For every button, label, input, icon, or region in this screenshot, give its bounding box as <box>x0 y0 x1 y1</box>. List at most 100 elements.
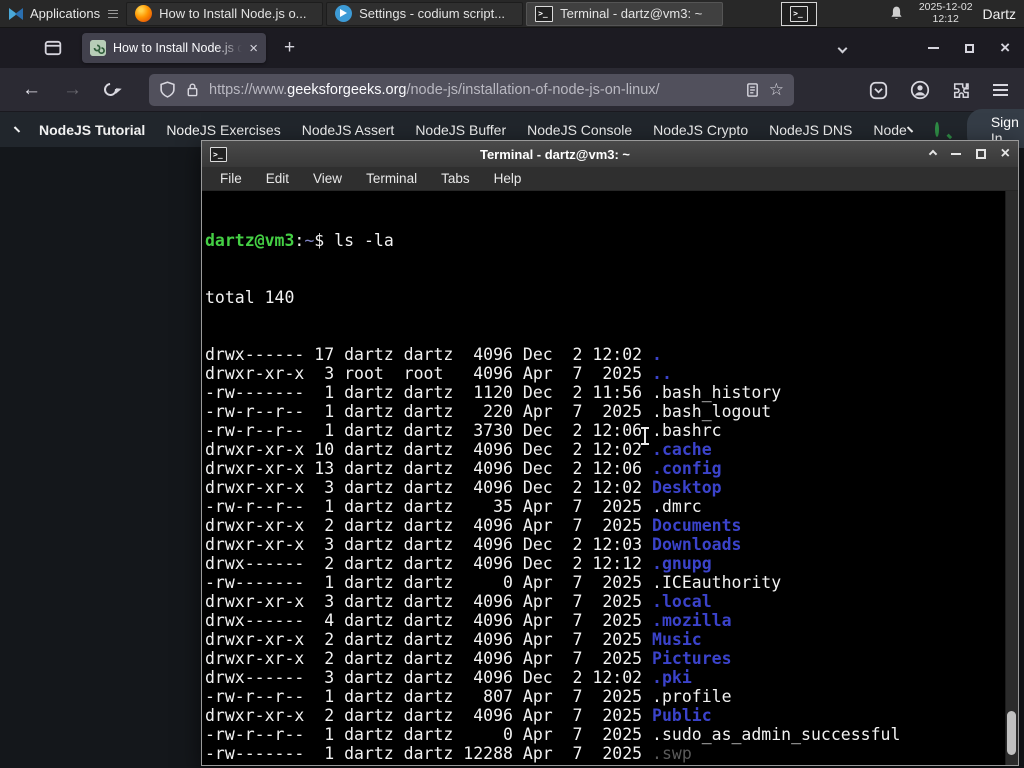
directory-name: .mozilla <box>652 611 732 630</box>
file-attributes: drwxr-xr-x 3 dartz dartz 4096 Apr 7 2025 <box>205 592 653 611</box>
window-maximize-icon[interactable] <box>965 43 975 53</box>
app-menu-icon[interactable] <box>993 84 1008 86</box>
reader-mode-icon[interactable] <box>745 82 760 98</box>
menu-file[interactable]: File <box>220 171 242 186</box>
window-shade-icon[interactable] <box>928 149 937 159</box>
pocket-save-icon[interactable] <box>869 81 888 100</box>
terminal-titlebar[interactable]: >_ Terminal - dartz@vm3: ~ × <box>202 141 1018 167</box>
file-attributes: drwxr-xr-x 3 root root 4096 Apr 7 2025 <box>205 364 653 383</box>
account-icon[interactable] <box>910 80 930 100</box>
file-attributes: drwx------ 3 dartz dartz 4096 Dec 2 12:0… <box>205 668 653 687</box>
file-name: .swp <box>652 744 692 763</box>
tabbar-controls: × <box>837 28 1024 68</box>
site-nav-link[interactable]: NodeJS Crypto <box>653 122 748 138</box>
terminal-scrollbar[interactable] <box>1005 191 1018 765</box>
firefox-icon <box>135 5 153 22</box>
file-attributes: drwxr-xr-x 2 dartz dartz 4096 Apr 7 2025 <box>205 516 653 535</box>
site-nav-link[interactable]: NodeJS Console <box>527 122 632 138</box>
forward-button[interactable]: → <box>63 79 82 101</box>
directory-name: Public <box>652 706 712 725</box>
menu-tabs[interactable]: Tabs <box>441 171 470 186</box>
site-nav-link[interactable]: NodeJS Buffer <box>415 122 506 138</box>
browser-tab-active[interactable]: How to Install Node.js on × <box>82 33 266 63</box>
file-attributes: drwxr-xr-x 2 dartz dartz 4096 Apr 7 2025 <box>205 763 652 765</box>
lock-icon[interactable] <box>185 81 200 98</box>
prompt-dollar: $ <box>314 231 335 250</box>
terminal-icon: >_ <box>535 5 554 22</box>
file-attributes: drwxr-xr-x 3 dartz dartz 4096 Dec 2 12:0… <box>205 478 653 497</box>
file-attributes: drwxr-xr-x 2 dartz dartz 4096 Apr 7 2025 <box>205 630 653 649</box>
scrollbar-thumb[interactable] <box>1007 711 1016 755</box>
tab-bar: How to Install Node.js on × + × <box>0 28 1024 68</box>
file-attributes: -rw-r--r-- 1 dartz dartz 35 Apr 7 2025 <box>205 497 653 516</box>
window-minimize-icon[interactable] <box>950 153 961 155</box>
terminal-window-title: Terminal - dartz@vm3: ~ <box>479 146 631 162</box>
file-attributes: -rw------- 1 dartz dartz 1120 Dec 2 11:5… <box>205 383 653 402</box>
directory-name: Templates <box>652 763 741 765</box>
url-path: /node-js/installation-of-node-js-on-linu… <box>406 81 660 98</box>
taskbar-button-terminal[interactable]: >_ Terminal - dartz@vm3: ~ <box>526 1 724 26</box>
desktop-panel: Applications How to Install Node.js o...… <box>0 0 1024 28</box>
file-attributes: -rw-r--r-- 1 dartz dartz 3730 Dec 2 12:0… <box>205 421 653 440</box>
panel-user-label[interactable]: Dartz <box>983 6 1016 22</box>
tracking-shield-icon[interactable] <box>159 81 176 98</box>
file-attributes: drwx------ 2 dartz dartz 4096 Dec 2 12:1… <box>205 554 653 573</box>
menu-help[interactable]: Help <box>494 171 522 186</box>
site-nav-link[interactable]: NodeJS DNS <box>769 122 852 138</box>
file-name: .dmrc <box>652 497 702 516</box>
terminal-listing-line: -rw-r--r-- 1 dartz dartz 807 Apr 7 2025 … <box>205 687 1018 706</box>
directory-name: . <box>652 345 662 364</box>
directory-name: Desktop <box>652 478 722 497</box>
terminal-listing-line: -rw-r--r-- 1 dartz dartz 35 Apr 7 2025 .… <box>205 497 1018 516</box>
extensions-puzzle-icon[interactable] <box>952 81 971 100</box>
reload-icon[interactable] <box>101 80 120 99</box>
taskbar-button-codium[interactable]: Settings - codium script... <box>326 1 524 26</box>
site-nav-link[interactable]: Node <box>873 122 906 138</box>
window-minimize-icon[interactable] <box>928 47 940 49</box>
file-attributes: -rw-r--r-- 1 dartz dartz 220 Apr 7 2025 <box>205 402 653 421</box>
workspace-terminal-launcher[interactable]: >_ <box>781 1 818 26</box>
terminal-output[interactable]: dartz@vm3:~$ ls -la total 140 drwx------… <box>202 191 1018 765</box>
terminal-listing-line: drwxr-xr-x 3 dartz dartz 4096 Dec 2 12:0… <box>205 478 1018 497</box>
nav-scroll-right-icon[interactable] <box>906 126 914 133</box>
window-maximize-icon[interactable] <box>975 149 986 159</box>
tab-title-fade <box>216 33 242 63</box>
url-text[interactable]: https://www.geeksforgeeks.org/node-js/in… <box>209 82 736 98</box>
directory-name: .config <box>652 459 722 478</box>
terminal-listing-line: -rw------- 1 dartz dartz 12288 Apr 7 202… <box>205 744 1018 763</box>
applications-menu-button[interactable]: Applications <box>0 0 126 27</box>
codium-icon <box>335 5 353 22</box>
command-text: ls -la <box>334 231 394 250</box>
taskbar-label: Terminal - dartz@vm3: ~ <box>560 6 703 21</box>
panel-clock[interactable]: 2025-12-02 12:12 <box>918 1 973 25</box>
site-nav-link[interactable]: NodeJS Tutorial <box>39 122 145 138</box>
url-bar[interactable]: https://www.geeksforgeeks.org/node-js/in… <box>149 73 794 106</box>
site-nav-link[interactable]: NodeJS Assert <box>302 122 395 138</box>
firefox-view-button[interactable] <box>38 35 68 61</box>
notification-bell-icon[interactable] <box>888 5 905 22</box>
taskbar-button-firefox[interactable]: How to Install Node.js o... <box>126 1 324 26</box>
file-name: .bashrc <box>652 421 722 440</box>
clock-date: 2025-12-02 <box>918 1 973 13</box>
list-all-tabs-icon[interactable] <box>837 43 848 53</box>
tab-close-icon[interactable]: × <box>249 41 258 56</box>
window-close-icon[interactable]: × <box>1000 39 1010 56</box>
window-close-icon[interactable]: × <box>1001 146 1010 162</box>
nav-scroll-left-icon[interactable] <box>13 126 21 133</box>
bookmark-star-icon[interactable]: ☆ <box>769 80 784 100</box>
file-name: .sudo_as_admin_successful <box>652 725 901 744</box>
menu-view[interactable]: View <box>313 171 342 186</box>
site-nav-link[interactable]: NodeJS Exercises <box>166 122 280 138</box>
directory-name: Downloads <box>652 535 742 554</box>
terminal-listing-line: drwxr-xr-x 2 dartz dartz 4096 Apr 7 2025… <box>205 706 1018 725</box>
applications-icon <box>9 7 23 20</box>
new-tab-button[interactable]: + <box>284 37 295 59</box>
terminal-listing-line: drwxr-xr-x 2 dartz dartz 4096 Apr 7 2025… <box>205 649 1018 668</box>
terminal-listing-line: drwxr-xr-x 2 dartz dartz 4096 Apr 7 2025… <box>205 630 1018 649</box>
menu-terminal[interactable]: Terminal <box>366 171 417 186</box>
file-attributes: drwx------ 4 dartz dartz 4096 Apr 7 2025 <box>205 611 653 630</box>
site-search-icon[interactable] <box>934 122 939 137</box>
back-button[interactable]: ← <box>22 79 41 101</box>
menu-edit[interactable]: Edit <box>266 171 289 186</box>
file-name: .profile <box>652 687 732 706</box>
